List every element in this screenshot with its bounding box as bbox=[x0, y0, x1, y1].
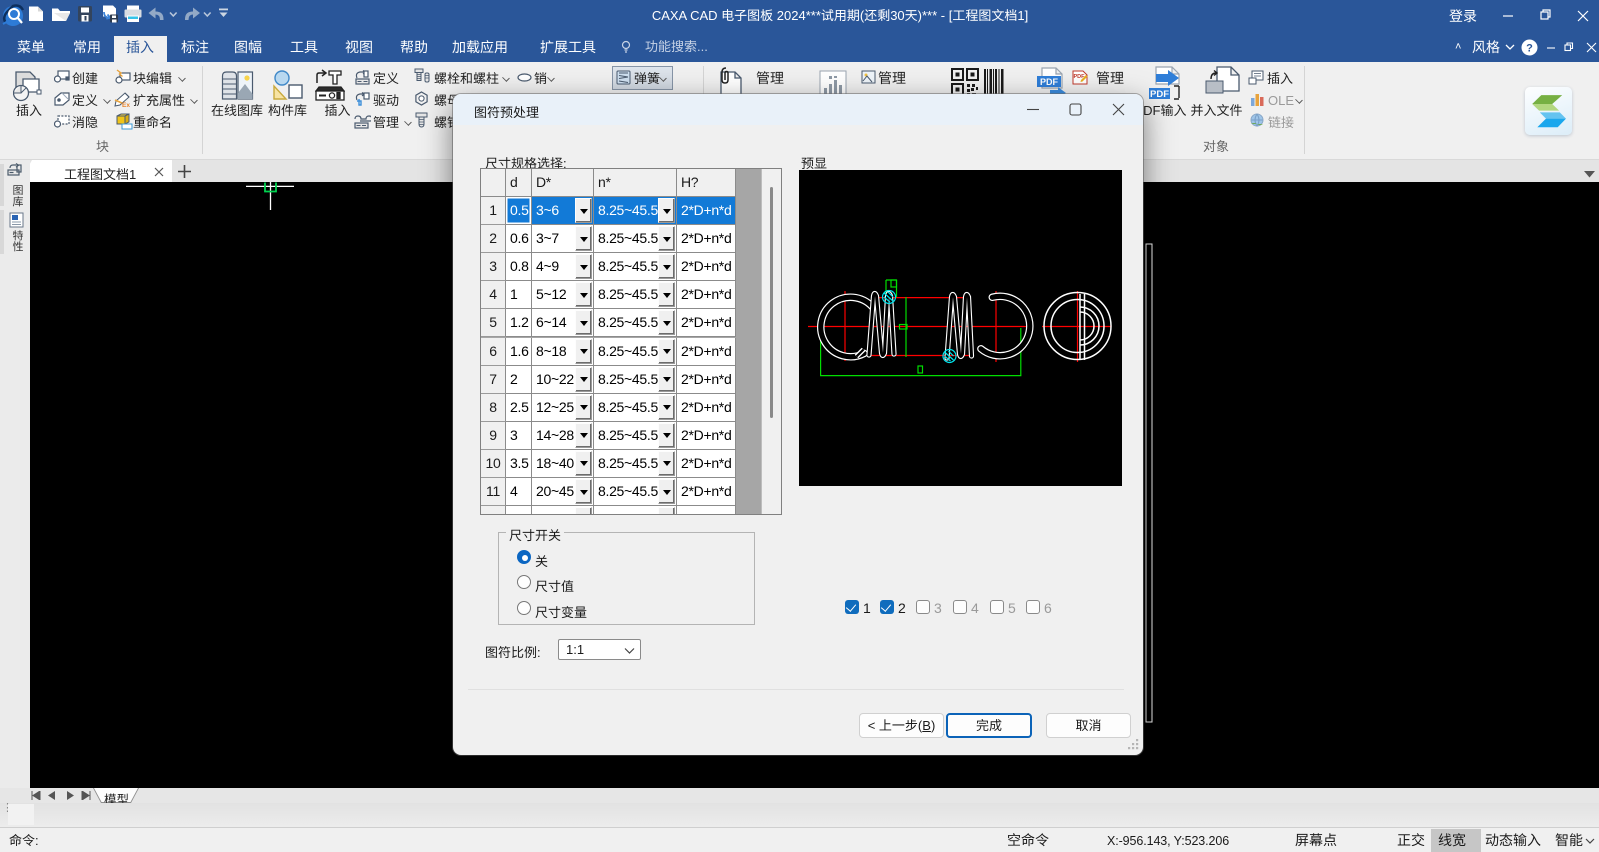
svg-text:PDF: PDF bbox=[1150, 89, 1169, 100]
svg-text:Ex: Ex bbox=[122, 102, 130, 108]
svg-text:?: ? bbox=[1526, 43, 1533, 55]
svg-text:PDF: PDF bbox=[1040, 77, 1059, 87]
